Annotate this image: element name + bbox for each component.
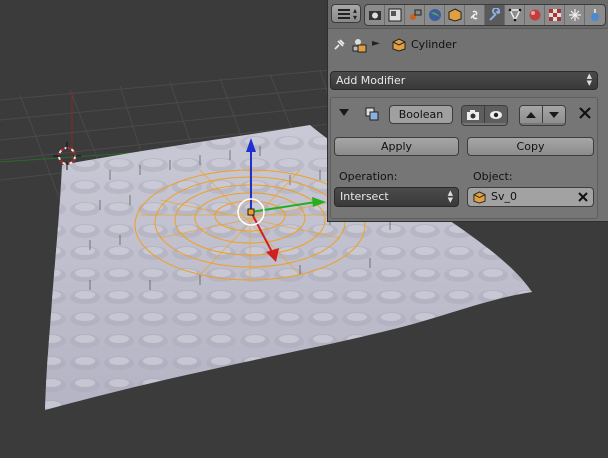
modifier-name-field[interactable]: Boolean bbox=[389, 105, 453, 124]
collapse-triangle-icon[interactable] bbox=[339, 109, 349, 116]
particles-icon[interactable] bbox=[565, 5, 585, 25]
mesh-object-icon bbox=[392, 38, 406, 52]
operation-select[interactable]: Intersect ▲ ▼ bbox=[334, 187, 459, 207]
dropdown-arrows-icon: ▲ ▼ bbox=[586, 72, 592, 87]
object-field[interactable]: Sv_0 bbox=[467, 187, 594, 207]
boolean-modifier-panel: Boolean Apply Copy Operation: Object: In… bbox=[330, 97, 598, 219]
texture-icon[interactable] bbox=[545, 5, 565, 25]
copy-button[interactable]: Copy bbox=[467, 137, 594, 156]
constraints-icon[interactable] bbox=[465, 5, 485, 25]
scene-object-icon bbox=[352, 39, 367, 53]
mesh-object-icon bbox=[473, 191, 486, 204]
move-up-button[interactable] bbox=[520, 106, 542, 123]
object-label: Object: bbox=[473, 170, 513, 183]
render-toggle[interactable] bbox=[462, 106, 484, 123]
properties-panel: ▴ ▾ ► Cylinder Add Modifier ▲ ▼ Boolean … bbox=[327, 0, 608, 222]
move-down-button[interactable] bbox=[542, 106, 565, 123]
remove-modifier-icon[interactable] bbox=[577, 105, 593, 121]
viewport-toggle[interactable] bbox=[484, 106, 507, 123]
up-triangle-icon bbox=[526, 111, 536, 118]
boolean-modifier-icon bbox=[365, 107, 379, 121]
pin-icon[interactable] bbox=[332, 38, 346, 52]
render-icon[interactable] bbox=[365, 5, 385, 25]
dropdown-arrows-icon: ▲ ▼ bbox=[447, 189, 453, 204]
render-layers-icon[interactable] bbox=[385, 5, 405, 25]
visibility-toggles bbox=[461, 105, 508, 126]
camera-icon bbox=[467, 109, 479, 120]
object-icon[interactable] bbox=[445, 5, 465, 25]
breadcrumb-arrow-icon: ► bbox=[372, 38, 380, 49]
object-value: Sv_0 bbox=[491, 190, 517, 203]
operation-label: Operation: bbox=[339, 170, 398, 183]
modifier-order-buttons bbox=[519, 105, 566, 126]
material-icon[interactable] bbox=[525, 5, 545, 25]
context-object-name: Cylinder bbox=[411, 38, 457, 51]
modifiers-icon[interactable] bbox=[485, 5, 505, 25]
editor-type-menu[interactable]: ▴ ▾ bbox=[331, 4, 361, 23]
physics-icon[interactable] bbox=[585, 5, 605, 25]
context-tabs bbox=[364, 4, 606, 26]
context-breadcrumb: ► Cylinder bbox=[328, 30, 608, 60]
scene-icon[interactable] bbox=[405, 5, 425, 25]
down-triangle-icon bbox=[549, 111, 559, 118]
clear-field-icon[interactable] bbox=[576, 190, 590, 204]
data-icon[interactable] bbox=[505, 5, 525, 25]
operation-value: Intersect bbox=[340, 190, 389, 203]
modifier-header: Boolean bbox=[331, 98, 597, 128]
world-icon[interactable] bbox=[425, 5, 445, 25]
add-modifier-label: Add Modifier bbox=[336, 74, 406, 87]
apply-button[interactable]: Apply bbox=[334, 137, 459, 156]
add-modifier-dropdown[interactable]: Add Modifier ▲ ▼ bbox=[330, 71, 598, 90]
properties-tab-bar: ▴ ▾ bbox=[328, 0, 608, 29]
eye-icon bbox=[490, 110, 502, 119]
